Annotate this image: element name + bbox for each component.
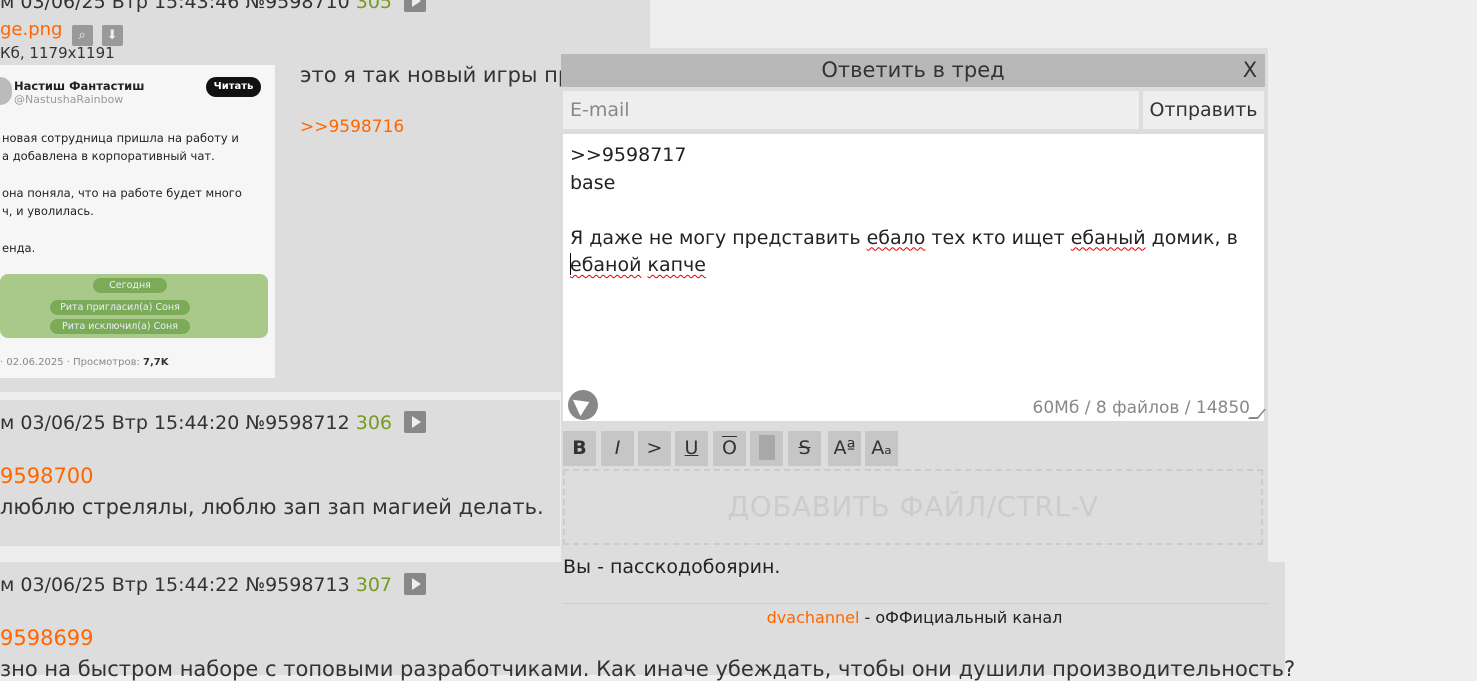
post-header: м 03/06/25 Втр 15:43:46 №9598710 305 bbox=[0, 0, 427, 13]
chat-event: Рита пригласил(а) Соня bbox=[50, 300, 190, 315]
file-link[interactable]: ge.png bbox=[0, 19, 62, 40]
channel-link[interactable]: dvachannel bbox=[767, 608, 860, 627]
resize-handle[interactable] bbox=[1247, 409, 1267, 419]
tweet-line: она поняла, что на работе будет много bbox=[2, 186, 242, 200]
underline-button[interactable]: U bbox=[675, 431, 708, 466]
overline-button[interactable]: O bbox=[713, 431, 746, 466]
post-number[interactable]: 306 bbox=[356, 412, 392, 434]
tweet-views: 7,7K bbox=[143, 357, 169, 368]
comment-line: домик, в bbox=[1145, 226, 1238, 249]
file-row: ge.png ⌕ ⬇ bbox=[0, 19, 123, 46]
reply-link[interactable]: >>9598716 bbox=[300, 117, 404, 137]
post-meta: м 03/06/25 Втр 15:44:22 №9598713 bbox=[0, 574, 350, 596]
post-meta: м 03/06/25 Втр 15:44:20 №9598712 bbox=[0, 412, 350, 434]
comment-line: Я даже не могу представить bbox=[570, 226, 867, 249]
misspelled-word: ебаной bbox=[570, 254, 642, 276]
divider bbox=[563, 603, 1268, 604]
play-icon[interactable] bbox=[404, 573, 427, 595]
subscript-button[interactable]: Aₐ bbox=[865, 431, 898, 466]
misspelled-word: ебаный bbox=[1070, 226, 1146, 249]
reply-form-header[interactable]: Ответить в тред X bbox=[561, 54, 1265, 87]
reply-form-title: Ответить в тред bbox=[821, 58, 1005, 82]
close-button[interactable]: X bbox=[1235, 54, 1265, 87]
tweet-chat-block: Сегодня Рита пригласил(а) Соня Рита искл… bbox=[0, 274, 268, 338]
misspelled-word: ебало bbox=[866, 226, 926, 249]
post-number[interactable]: 305 bbox=[356, 0, 392, 13]
email-field[interactable] bbox=[563, 91, 1139, 129]
post-header: м 03/06/25 Втр 15:44:22 №9598713 307 bbox=[0, 573, 427, 596]
comment-line: base bbox=[570, 171, 616, 194]
play-icon[interactable] bbox=[404, 411, 427, 433]
post-header: м 03/06/25 Втр 15:44:20 №9598712 306 bbox=[0, 411, 427, 434]
upload-limits: 60Мб / 8 файлов / 14850 bbox=[1032, 398, 1250, 418]
misspelled-word: капче bbox=[647, 254, 706, 276]
tweet-line: енда. bbox=[2, 241, 36, 255]
search-icon[interactable]: ⌕ bbox=[71, 25, 93, 46]
sail-icon[interactable] bbox=[568, 390, 598, 420]
submit-button[interactable]: Отправить bbox=[1143, 91, 1264, 129]
strike-button[interactable]: S bbox=[788, 431, 821, 466]
avatar bbox=[0, 77, 12, 105]
comment-textarea[interactable]: >>9598717 base Я даже не могу представит… bbox=[563, 134, 1267, 421]
post-image[interactable]: Настиш Фантастиш @NastushaRainbow Читать… bbox=[0, 65, 275, 378]
comment-line: >>9598717 bbox=[570, 144, 687, 166]
comment-text: >>9598717 base Я даже не могу представит… bbox=[570, 142, 1238, 280]
tweet-line: ч, и уволилась. bbox=[2, 204, 94, 218]
tweet-footer: · 02.06.2025 · Просмотров: 7,7K bbox=[0, 357, 169, 368]
channel-suffix: - оФФициальный канал bbox=[859, 608, 1063, 627]
comment-line: тех кто ищет bbox=[925, 226, 1071, 249]
post-meta: м 03/06/25 Втр 15:43:46 №9598710 bbox=[0, 0, 350, 13]
user-status: Вы - пасскодобоярин. bbox=[563, 556, 781, 578]
tweet-author: Настиш Фантастиш bbox=[14, 79, 145, 93]
post-text: люблю стрелялы, люблю зап зап магией дел… bbox=[0, 495, 544, 519]
post-text: зно на быстром наборе с топовыми разрабо… bbox=[0, 657, 1296, 681]
tweet-date: · 02.06.2025 · Просмотров: bbox=[0, 357, 140, 368]
post-number[interactable]: 307 bbox=[356, 574, 392, 596]
bold-button[interactable]: B bbox=[563, 431, 596, 466]
file-dropzone[interactable]: ДОБАВИТЬ ФАЙЛ/CTRL-V bbox=[563, 469, 1263, 545]
play-icon[interactable] bbox=[404, 0, 427, 12]
quote-button[interactable]: > bbox=[638, 431, 671, 466]
superscript-button[interactable]: Aª bbox=[828, 431, 861, 466]
reply-link[interactable]: 9598699 bbox=[0, 626, 94, 650]
tweet-follow-button: Читать bbox=[206, 77, 261, 97]
spoiler-icon bbox=[758, 435, 775, 460]
post-text: это я так новый игры пр bbox=[300, 63, 572, 87]
chat-event: Рита исключил(а) Соня bbox=[50, 319, 190, 334]
reply-link[interactable]: 9598700 bbox=[0, 464, 94, 488]
italic-button[interactable]: I bbox=[601, 431, 634, 466]
file-info: Кб, 1179x1191 bbox=[0, 44, 115, 62]
channel-line: dvachannel - оФФициальный канал bbox=[561, 608, 1268, 627]
spoiler-button[interactable] bbox=[750, 431, 783, 466]
chat-date-pill: Сегодня bbox=[93, 278, 167, 293]
tweet-line: новая сотрудница пришла на работу и bbox=[2, 131, 239, 145]
tweet-handle: @NastushaRainbow bbox=[14, 93, 124, 106]
tweet-line: а добавлена в корпоративный чат. bbox=[2, 149, 215, 163]
download-icon[interactable]: ⬇ bbox=[101, 25, 123, 46]
